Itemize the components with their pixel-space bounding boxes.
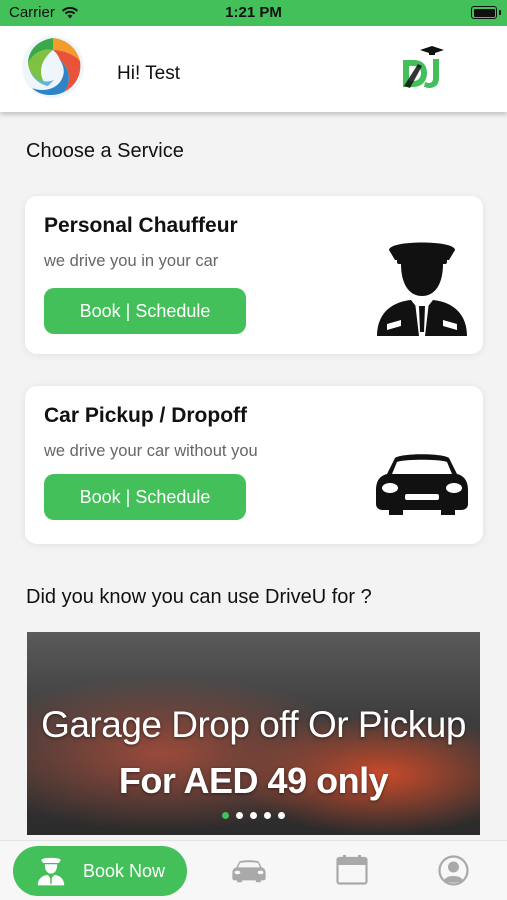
banner-headline: Garage Drop off Or Pickup — [41, 704, 466, 745]
personal-chauffeur-book-button[interactable]: Book | Schedule — [44, 288, 246, 334]
chauffeur-icon — [377, 242, 467, 336]
card-title: Car Pickup / Dropoff — [44, 404, 248, 427]
services-section-title: Choose a Service — [26, 140, 184, 162]
profile-icon[interactable] — [438, 855, 469, 886]
status-time: 1:21 PM — [225, 4, 282, 21]
battery-icon — [471, 6, 497, 19]
bottom-nav: Book Now — [0, 840, 507, 900]
card-title: Personal Chauffeur — [44, 214, 238, 237]
promo-banner[interactable]: Garage Drop off Or Pickup For AED 49 onl… — [27, 632, 480, 835]
car-pickup-dropoff-card[interactable]: Car Pickup / Dropoff we drive your car w… — [25, 386, 483, 544]
status-bar: Carrier 1:21 PM — [0, 0, 507, 26]
card-subtitle: we drive your car without you — [44, 442, 258, 460]
book-now-button[interactable]: Book Now — [13, 846, 187, 896]
calendar-icon[interactable] — [336, 855, 368, 885]
brand-logo-icon — [403, 46, 444, 88]
battery-tip — [499, 10, 501, 15]
carousel-dot[interactable] — [264, 812, 271, 819]
app-logo-icon — [22, 36, 84, 98]
chauffeur-icon — [37, 857, 65, 886]
carousel-dot[interactable] — [278, 812, 285, 819]
app-header: Hi! Test — [0, 26, 507, 112]
card-subtitle: we drive you in your car — [44, 252, 219, 270]
carousel-dots — [27, 812, 480, 819]
carousel-dot[interactable] — [250, 812, 257, 819]
book-now-label: Book Now — [83, 860, 166, 881]
car-icon — [376, 454, 468, 515]
carousel-dot[interactable] — [236, 812, 243, 819]
promo-section-title: Did you know you can use DriveU for ? — [26, 586, 372, 608]
carousel-dot[interactable] — [222, 812, 229, 819]
greeting-text: Hi! Test — [117, 63, 181, 84]
personal-chauffeur-card[interactable]: Personal Chauffeur we drive you in your … — [25, 196, 483, 354]
car-pickup-book-button[interactable]: Book | Schedule — [44, 474, 246, 520]
car-nav-icon[interactable] — [232, 859, 266, 883]
banner-price: For AED 49 only — [118, 760, 389, 801]
